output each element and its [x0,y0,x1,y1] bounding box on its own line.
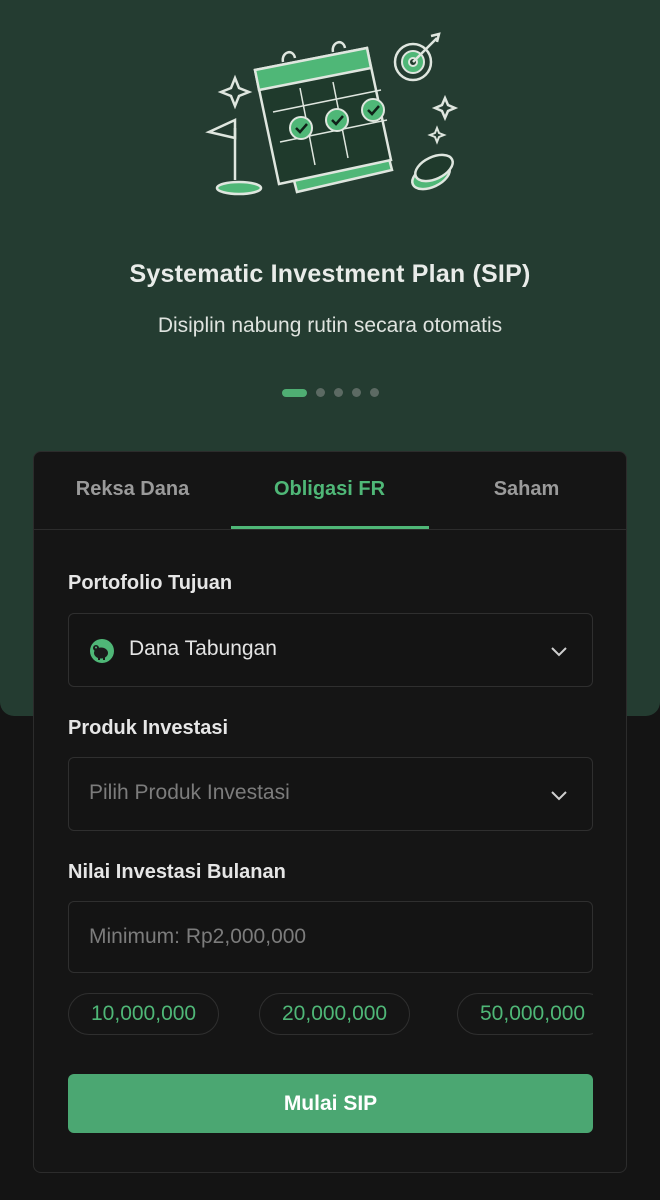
hero-subtitle: Disiplin nabung rutin secara otomatis [157,314,503,337]
portfolio-value: Dana Tabungan [129,637,277,660]
sip-screen: Systematic Investment Plan (SIP) Disipli… [0,0,660,1200]
carousel-dot-4[interactable] [352,388,361,397]
chevron-down-icon [551,791,567,801]
amount-chips: 10,000,000 20,000,000 50,000,000 [68,993,593,1035]
amount-chip[interactable]: 10,000,000 [68,993,220,1035]
tab-reksa-dana[interactable]: Reksa Dana [34,452,231,530]
tab-obligasi-fr[interactable]: Obligasi FR [231,452,428,530]
product-select[interactable]: Pilih Produk Investasi [68,757,593,831]
tab-saham[interactable]: Saham [428,452,625,530]
asset-type-tabs: Reksa Dana Obligasi FR Saham [34,452,626,530]
carousel-dot-5[interactable] [370,388,379,397]
piggy-bank-icon [90,639,114,663]
product-placeholder: Pilih Produk Investasi [89,781,290,804]
carousel-dot-1[interactable] [282,388,307,397]
active-tab-indicator [231,526,429,529]
start-sip-button[interactable]: Mulai SIP [68,1074,593,1133]
monthly-amount-label: Nilai Investasi Bulanan [68,861,286,883]
carousel-indicator[interactable] [282,388,379,397]
product-label: Produk Investasi [68,717,229,739]
sip-form-card: Reksa Dana Obligasi FR Saham Portofolio … [33,451,627,1173]
portfolio-label: Portofolio Tujuan [68,572,233,594]
calendar-checklist-target-icon [205,32,459,196]
amount-chip[interactable]: 20,000,000 [259,993,411,1035]
hero-title: Systematic Investment Plan (SIP) [129,260,531,288]
amount-chip[interactable]: 50,000,000 [457,993,593,1035]
carousel-dot-2[interactable] [316,388,325,397]
monthly-amount-input[interactable]: Minimum: Rp2,000,000 [68,901,593,973]
monthly-amount-placeholder: Minimum: Rp2,000,000 [89,925,307,948]
carousel-dot-3[interactable] [334,388,343,397]
chevron-down-icon [551,647,567,657]
portfolio-select[interactable]: Dana Tabungan [68,613,593,687]
